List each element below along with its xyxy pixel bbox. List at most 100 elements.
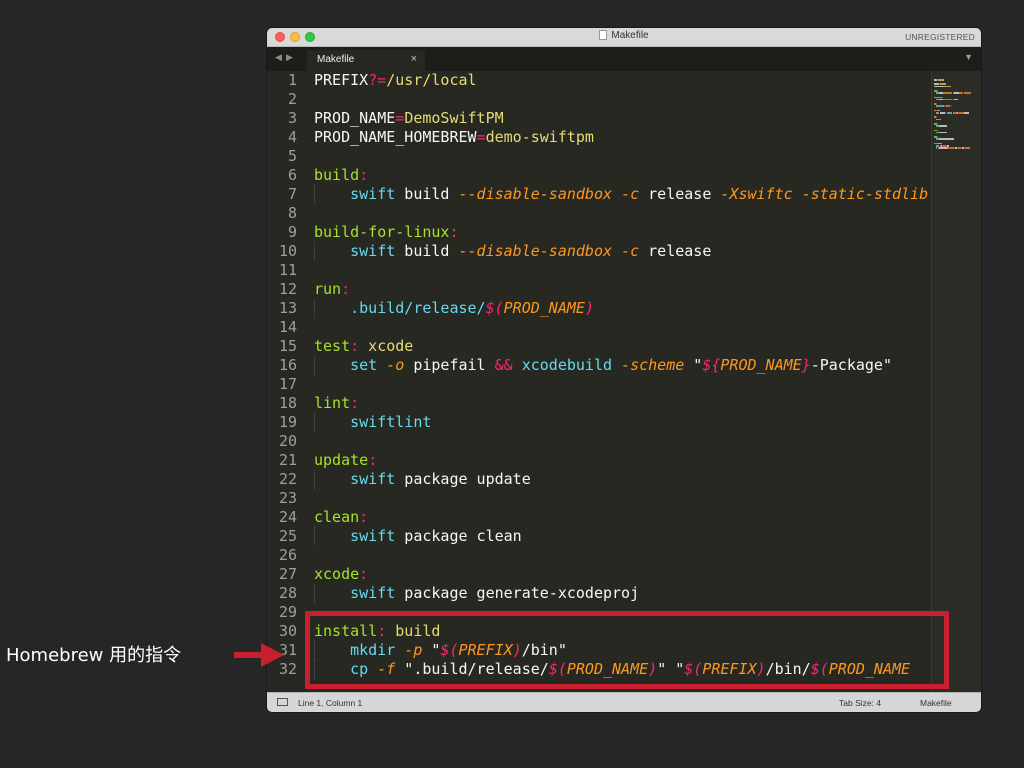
code-line[interactable]: swift build --disable-sandbox -c release… xyxy=(314,185,928,204)
code-token: -c xyxy=(621,185,640,203)
console-toggle-icon[interactable] xyxy=(277,698,288,706)
code-line[interactable]: PREFIX?=/usr/local xyxy=(314,71,477,90)
code-token: $( xyxy=(485,299,504,317)
code-token: --disable-sandbox xyxy=(458,185,613,203)
code-token: PROD_NAME_HOMEBREW xyxy=(314,128,477,146)
code-line[interactable]: run: xyxy=(314,280,350,299)
code-line[interactable]: clean: xyxy=(314,508,368,527)
code-line[interactable]: set -o pipefail && xcodebuild -scheme "$… xyxy=(314,356,892,375)
code-token: PROD_NAME xyxy=(503,299,585,317)
minimap-line xyxy=(946,112,953,114)
code-token: PREFIX xyxy=(314,71,369,89)
code-token: xcode xyxy=(314,565,360,583)
arrow-right-icon xyxy=(234,643,284,667)
code-token: package update xyxy=(395,470,531,488)
minimap-line xyxy=(938,138,954,140)
minimap-line xyxy=(963,92,972,94)
code-token: : xyxy=(449,223,459,241)
code-line[interactable]: lint: xyxy=(314,394,359,413)
minimap-line xyxy=(965,147,971,149)
code-token: demo-swiftpm xyxy=(485,128,594,146)
code-token: package clean xyxy=(395,527,522,545)
tab-label: Makefile xyxy=(317,54,355,65)
code-token: -c xyxy=(621,242,640,260)
code-token: : xyxy=(368,451,378,469)
minimap-line xyxy=(938,147,949,149)
code-line[interactable]: swift package clean xyxy=(314,527,522,546)
code-line[interactable]: xcode: xyxy=(314,565,368,584)
code-token: && xyxy=(494,356,513,374)
code-token: -scheme xyxy=(621,356,685,374)
code-token: : xyxy=(341,280,351,298)
unregistered-badge: UNREGISTERED xyxy=(905,32,975,42)
code-line[interactable]: swift build --disable-sandbox -c release xyxy=(314,242,711,261)
code-line[interactable]: build-for-linux: xyxy=(314,223,459,242)
nav-forward-icon[interactable]: ▶ xyxy=(286,52,293,63)
code-token: PROD_NAME xyxy=(314,109,396,127)
code-line[interactable]: swiftlint xyxy=(314,413,431,432)
syntax-selector[interactable]: Makefile xyxy=(920,698,952,708)
tab-makefile[interactable]: Makefile × xyxy=(307,50,425,71)
code-token: swiftlint xyxy=(350,413,432,431)
code-token: = xyxy=(476,128,486,146)
code-token: clean xyxy=(314,508,360,526)
code-line[interactable]: PROD_NAME=DemoSwiftPM xyxy=(314,109,504,128)
minimap-line xyxy=(938,79,944,81)
code-token: lint xyxy=(314,394,351,412)
code-token: : xyxy=(350,394,360,412)
code-token: -Package" xyxy=(810,356,892,374)
code-token: build xyxy=(395,185,459,203)
code-token: : xyxy=(350,337,360,355)
code-line[interactable]: PROD_NAME_HOMEBREW=demo-swiftpm xyxy=(314,128,594,147)
cursor-position: Line 1, Column 1 xyxy=(298,698,363,708)
code-editor[interactable]: 1 2 3 4 5 6 7 8 9 10 11 12 13 14 15 16 17 18 19 20 21 22 23 24 2… xyxy=(267,71,981,692)
code-token: swift xyxy=(350,470,396,488)
code-token: set xyxy=(350,356,378,374)
code-token: build xyxy=(395,242,459,260)
editor-window: Makefile UNREGISTERED ◀ ▶ Makefile × ▼ 1… xyxy=(267,28,981,712)
code-token: swift xyxy=(350,584,396,602)
code-line[interactable]: test: xcode xyxy=(314,337,413,356)
minimap-line xyxy=(942,98,953,101)
code-token: ) xyxy=(584,299,594,317)
minimap-line xyxy=(964,112,970,114)
code-token: test xyxy=(314,337,351,355)
code-line[interactable]: build: xyxy=(314,166,368,185)
code-token: /usr/local xyxy=(386,71,477,89)
code-area[interactable]: PREFIX?=/usr/local PROD_NAME=DemoSwiftPM P… xyxy=(267,71,933,692)
minimap-line xyxy=(936,118,942,121)
code-token: xcode xyxy=(359,337,414,355)
window-title-text: Makefile xyxy=(611,30,649,41)
minimap-line xyxy=(938,131,947,134)
tab-close-icon[interactable]: × xyxy=(411,53,417,65)
code-line[interactable]: swift package update xyxy=(314,470,531,489)
tab-size-selector[interactable]: Tab Size: 4 xyxy=(839,698,881,708)
code-token: run xyxy=(314,280,342,298)
code-token: : xyxy=(359,508,369,526)
code-token: release xyxy=(639,242,712,260)
minimap-line xyxy=(934,85,944,88)
highlight-box xyxy=(305,611,949,689)
code-token: package generate-xcodeproj xyxy=(395,584,640,602)
code-token: .build/release/ xyxy=(350,299,486,317)
code-line[interactable]: .build/release/$(PROD_NAME) xyxy=(314,299,594,318)
minimap[interactable] xyxy=(931,71,981,692)
nav-back-icon[interactable]: ◀ xyxy=(275,52,282,63)
annotation-label: Homebrew 用的指令 xyxy=(6,645,182,666)
code-token: ?= xyxy=(368,71,387,89)
title-bar: Makefile UNREGISTERED xyxy=(267,28,981,47)
code-token: PROD_NAME xyxy=(720,356,802,374)
tab-dropdown-icon[interactable]: ▼ xyxy=(964,52,973,62)
minimap-line xyxy=(936,105,945,107)
status-bar: Line 1, Column 1 Tab Size: 4 Makefile xyxy=(267,692,981,712)
code-line[interactable]: update: xyxy=(314,451,377,470)
code-line[interactable]: swift package generate-xcodeproj xyxy=(314,584,639,603)
code-token: : xyxy=(359,565,369,583)
code-token: pipefail xyxy=(404,356,495,374)
